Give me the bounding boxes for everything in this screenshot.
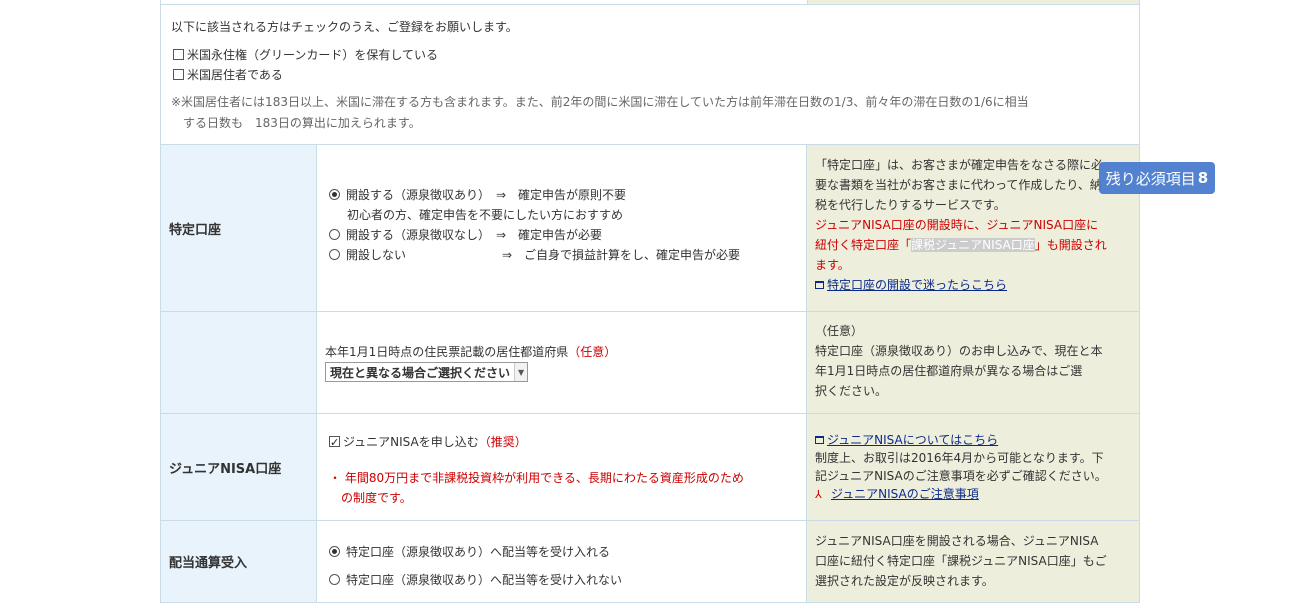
tokutei-option-no-withholding-label: 開設する（源泉徴収なし） ⇒ 確定申告が必要 bbox=[346, 228, 603, 242]
dividend-option-accept[interactable]: 特定口座（源泉徴収あり）へ配当等を受け入れる bbox=[329, 538, 796, 567]
junior-nisa-label: ジュニアNISA口座 bbox=[161, 414, 317, 520]
tokutei-note-3: 税を代行したりするサービスです。 bbox=[815, 198, 1006, 212]
prefecture-label: 本年1月1日時点の住民票記載の居住都道府県 bbox=[325, 345, 569, 359]
junior-nisa-option[interactable]: ジュニアNISAを申し込む（推奨） bbox=[329, 432, 796, 453]
junior-nisa-checkbox-label: ジュニアNISAを申し込む bbox=[343, 435, 479, 449]
tokutei-option-none[interactable]: 開設しない ⇒ ご自身で損益計算をし、確定申告が必要 bbox=[329, 245, 796, 265]
us-person-note-1: ※米国居住者には183日以上、米国に滞在する方も含まれます。また、前2年の間に米… bbox=[171, 95, 1029, 109]
remaining-required-label: 残り必須項目 bbox=[1105, 169, 1196, 188]
prefecture-question: 本年1月1日時点の住民票記載の居住都道府県（任意） bbox=[325, 342, 796, 362]
tokutei-note-red-3: ます。 bbox=[815, 258, 850, 272]
dividend-note-1: ジュニアNISA口座を開設される場合、ジュニアNISA bbox=[815, 534, 1099, 548]
us-resident-checkbox[interactable] bbox=[173, 69, 184, 80]
us-resident-label: 米国居住者である bbox=[187, 68, 283, 82]
tokutei-option-withholding-sub: 初心者の方、確定申告を不要にしたい方におすすめ bbox=[347, 208, 624, 222]
tokutei-radio-none[interactable] bbox=[329, 249, 340, 260]
greencard-option[interactable]: 米国永住権（グリーンカード）を保有している bbox=[173, 45, 1129, 65]
junior-nisa-bullet-2: の制度です。 bbox=[341, 491, 412, 505]
tokutei-note: 「特定口座」は、お客さまが確定申告をなさる際に必 要な書類を当社がお客さまに代わ… bbox=[807, 145, 1139, 311]
tokutei-note-2: 要な書類を当社がお客さまに代わって作成したり、納 bbox=[815, 178, 1102, 192]
junior-nisa-caution-link[interactable]: ジュニアNISAのご注意事項 bbox=[831, 487, 979, 501]
greencard-checkbox[interactable] bbox=[173, 49, 184, 60]
dividend-option-accept-label: 特定口座（源泉徴収あり）へ配当等を受け入れる bbox=[346, 545, 611, 559]
tokutei-radio-no-withholding[interactable] bbox=[329, 229, 340, 240]
junior-nisa-row: ジュニアNISA口座 ジュニアNISAを申し込む（推奨） ・ 年間80万円まで非… bbox=[160, 414, 1140, 521]
tokutei-note-1: 「特定口座」は、お客さまが確定申告をなさる際に必 bbox=[815, 158, 1104, 172]
junior-nisa-recommend: （推奨） bbox=[478, 435, 527, 449]
junior-nisa-info-link[interactable]: ジュニアNISAについてはこちら bbox=[827, 433, 998, 447]
dividend-option-reject-label: 特定口座（源泉徴収あり）へ配当等を受け入れない bbox=[346, 573, 623, 587]
prefecture-optional: （任意） bbox=[568, 345, 617, 359]
tokutei-note-red-1: ジュニアNISA口座の開設時に、ジュニアNISA口座に bbox=[815, 218, 1099, 232]
chevron-down-icon[interactable]: ▼ bbox=[514, 363, 528, 381]
junior-nisa-checkbox[interactable] bbox=[329, 433, 340, 453]
tokutei-option-withholding-label: 開設する（源泉徴収あり） ⇒ 確定申告が原則不要 bbox=[346, 188, 627, 202]
dividend-label: 配当通算受入 bbox=[161, 521, 317, 602]
external-link-icon bbox=[815, 436, 824, 444]
prefecture-note-2: 特定口座（源泉徴収あり）のお申し込みで、現在と本 bbox=[815, 344, 1103, 358]
dividend-option-reject[interactable]: 特定口座（源泉徴収あり）へ配当等を受け入れない bbox=[329, 567, 796, 593]
tokutei-option-withholding[interactable]: 開設する（源泉徴収あり） ⇒ 確定申告が原則不要 bbox=[329, 185, 796, 205]
greencard-label: 米国永住権（グリーンカード）を保有している bbox=[187, 48, 439, 62]
account-form: 以下に該当される方はチェックのうえ、ご登録をお願いします。 米国永住権（グリーン… bbox=[160, 0, 1140, 603]
dividend-row: 配当通算受入 特定口座（源泉徴収あり）へ配当等を受け入れる 特定口座（源泉徴収あ… bbox=[160, 521, 1140, 603]
taxable-junior-nisa-highlight: 課税ジュニアNISA口座 bbox=[911, 238, 1035, 252]
remaining-required-count: 8 bbox=[1197, 169, 1209, 187]
dividend-note: ジュニアNISA口座を開設される場合、ジュニアNISA 口座に紐付く特定口座「課… bbox=[807, 521, 1139, 602]
us-person-note-2: する日数も 183日の算出に加えられます。 bbox=[183, 116, 421, 130]
junior-nisa-note-2: 記ジュニアNISAのご注意事項を必ずご確認ください。 bbox=[815, 469, 1107, 483]
prefecture-label-cell bbox=[161, 312, 317, 413]
dividend-radio-accept[interactable] bbox=[329, 546, 340, 557]
junior-nisa-note: ジュニアNISAについてはこちら 制度上、お取引は2016年4月から可能となりま… bbox=[807, 414, 1139, 520]
tokutei-radio-withholding[interactable] bbox=[329, 189, 340, 200]
junior-nisa-bullet-1: ・ 年間80万円まで非課税投資枠が利用できる、長期にわたる資産形成のため bbox=[329, 471, 744, 485]
prefecture-note-1: （任意） bbox=[815, 324, 864, 338]
prefecture-note-3: 年1月1日時点の居住都道府県が異なる場合はご選 bbox=[815, 364, 1083, 378]
remaining-required-badge[interactable]: 残り必須項目 8 bbox=[1099, 162, 1215, 194]
tokutei-note-red-2: 紐付く特定口座「課税ジュニアNISA口座」も開設され bbox=[815, 238, 1107, 252]
tokutei-option-no-withholding[interactable]: 開設する（源泉徴収なし） ⇒ 確定申告が必要 bbox=[329, 225, 796, 245]
dividend-radio-reject[interactable] bbox=[329, 574, 340, 585]
external-link-icon bbox=[815, 281, 824, 289]
tokutei-option-none-label: 開設しない ⇒ ご自身で損益計算をし、確定申告が必要 bbox=[346, 248, 741, 262]
tokutei-label: 特定口座 bbox=[161, 145, 317, 311]
junior-nisa-note-1: 制度上、お取引は2016年4月から可能となります。下 bbox=[815, 451, 1104, 465]
prefecture-select-value: 現在と異なる場合ご選択ください bbox=[330, 365, 511, 380]
prefecture-row: 本年1月1日時点の住民票記載の居住都道府県（任意） 現在と異なる場合ご選択くださ… bbox=[160, 312, 1140, 414]
dividend-note-2: 口座に紐付く特定口座「課税ジュニアNISA口座」もご bbox=[815, 554, 1107, 568]
us-person-lead: 以下に該当される方はチェックのうえ、ご登録をお願いします。 bbox=[171, 20, 518, 34]
prefecture-select[interactable]: 現在と異なる場合ご選択ください ▼ bbox=[325, 362, 529, 382]
top-strip bbox=[160, 0, 1140, 4]
us-resident-option[interactable]: 米国居住者である bbox=[173, 65, 1129, 85]
us-person-section: 以下に該当される方はチェックのうえ、ご登録をお願いします。 米国永住権（グリーン… bbox=[160, 4, 1140, 145]
prefecture-note-4: 択ください。 bbox=[815, 384, 888, 398]
tokutei-help-link[interactable]: 特定口座の開設で迷ったらこちら bbox=[827, 278, 1007, 292]
dividend-note-3: 選択された設定が反映されます。 bbox=[815, 574, 994, 588]
pdf-icon: ⅄ bbox=[815, 488, 822, 501]
tokutei-row: 特定口座 開設する（源泉徴収あり） ⇒ 確定申告が原則不要 初心者の方、確定申告… bbox=[160, 145, 1140, 312]
prefecture-note: （任意） 特定口座（源泉徴収あり）のお申し込みで、現在と本 年1月1日時点の居住… bbox=[807, 312, 1139, 413]
